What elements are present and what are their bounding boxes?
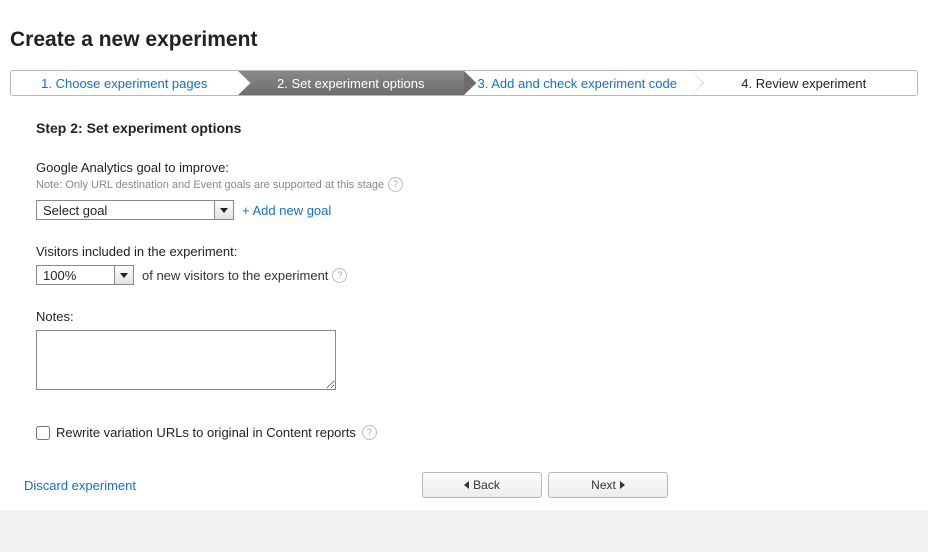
visitors-label: Visitors included in the experiment: — [36, 244, 918, 259]
next-button-label: Next — [591, 478, 616, 492]
section-heading: Step 2: Set experiment options — [36, 120, 918, 136]
visitors-select-value: 100% — [43, 268, 76, 283]
step-3[interactable]: 3. Add and check experiment code — [464, 71, 691, 95]
help-icon[interactable]: ? — [362, 425, 377, 440]
help-icon[interactable]: ? — [332, 268, 347, 283]
visitors-description: of new visitors to the experiment — [142, 268, 328, 283]
discard-link[interactable]: Discard experiment — [24, 478, 136, 493]
step-3-label: 3. Add and check experiment code — [478, 76, 677, 91]
step-1[interactable]: 1. Choose experiment pages — [11, 71, 238, 95]
back-button[interactable]: Back — [422, 472, 542, 498]
goal-label: Google Analytics goal to improve: — [36, 160, 918, 175]
footer-strip — [0, 510, 928, 552]
add-goal-link[interactable]: + Add new goal — [242, 203, 331, 218]
step-arrow — [238, 71, 250, 95]
next-button[interactable]: Next — [548, 472, 668, 498]
step-4-label: 4. Review experiment — [741, 76, 866, 91]
notes-label: Notes: — [36, 309, 918, 324]
visitors-select[interactable]: 100% — [36, 265, 134, 285]
rewrite-urls-label: Rewrite variation URLs to original in Co… — [56, 425, 356, 440]
goal-select-value: Select goal — [43, 203, 107, 218]
step-2[interactable]: 2. Set experiment options — [238, 71, 465, 95]
step-1-label: 1. Choose experiment pages — [41, 76, 207, 91]
page-title: Create a new experiment — [10, 28, 928, 52]
help-icon[interactable]: ? — [388, 177, 403, 192]
wizard-stepper: 1. Choose experiment pages 2. Set experi… — [10, 70, 918, 96]
back-button-label: Back — [473, 478, 500, 492]
step-2-label: 2. Set experiment options — [277, 76, 424, 91]
chevron-down-icon — [114, 266, 133, 284]
rewrite-urls-checkbox[interactable] — [36, 426, 50, 440]
goal-note: Note: Only URL destination and Event goa… — [36, 179, 384, 191]
chevron-down-icon — [214, 201, 233, 219]
step-4[interactable]: 4. Review experiment — [691, 71, 918, 95]
step-arrow — [464, 71, 476, 95]
goal-select[interactable]: Select goal — [36, 200, 234, 220]
triangle-left-icon — [464, 481, 469, 489]
triangle-right-icon — [620, 481, 625, 489]
notes-textarea[interactable] — [36, 330, 336, 390]
step-arrow — [691, 71, 703, 95]
